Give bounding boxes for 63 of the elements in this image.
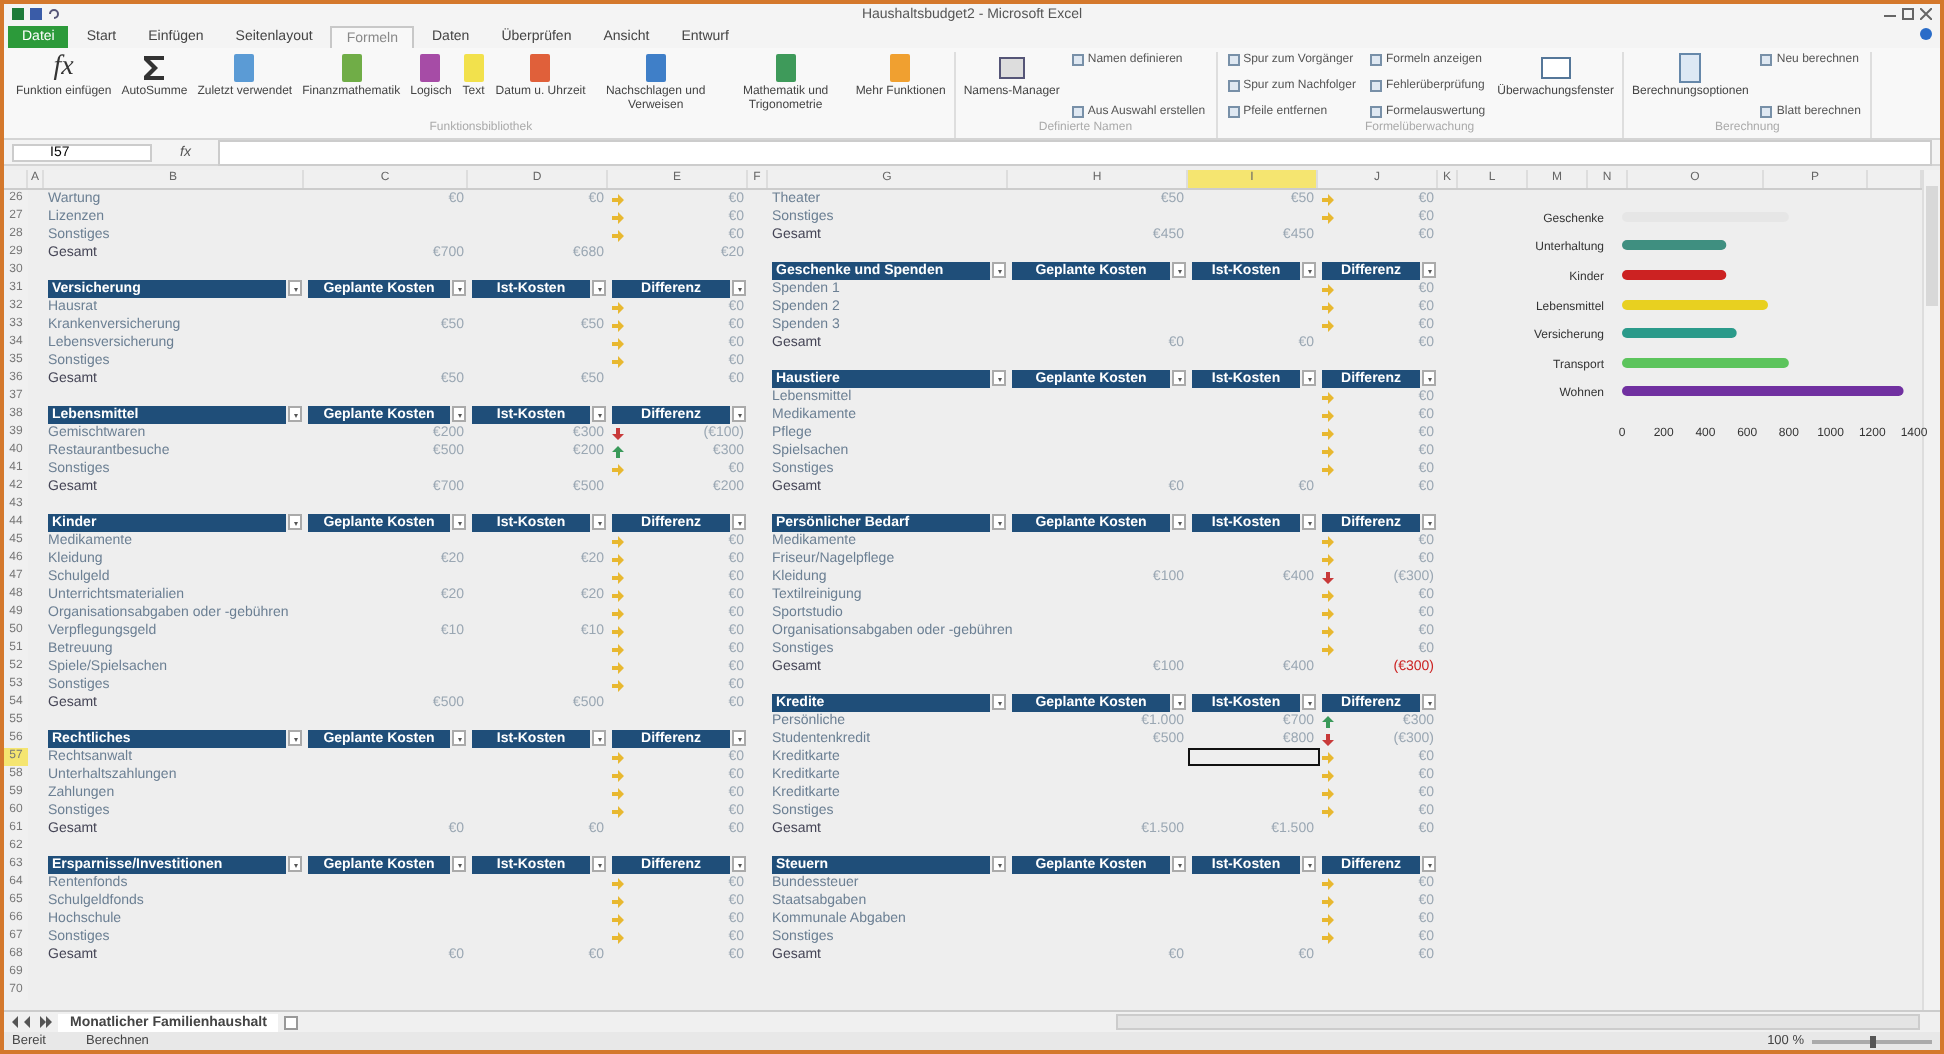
filter-button[interactable] bbox=[992, 370, 1006, 386]
filter-button[interactable] bbox=[1302, 262, 1316, 278]
filter-button[interactable] bbox=[452, 856, 466, 872]
command-icon bbox=[1071, 106, 1084, 118]
sheet-nav-icon[interactable] bbox=[12, 1016, 52, 1028]
filter-button[interactable] bbox=[1302, 694, 1316, 710]
horizontal-scrollbar[interactable] bbox=[1116, 1014, 1920, 1030]
command-icon bbox=[1760, 54, 1773, 66]
selected-cell[interactable] bbox=[1188, 748, 1320, 766]
function-icon: fx bbox=[53, 52, 74, 84]
command-icon bbox=[1227, 80, 1240, 92]
filter-button[interactable] bbox=[732, 730, 746, 746]
command-icon bbox=[1071, 54, 1084, 66]
filter-button[interactable] bbox=[1172, 514, 1186, 530]
command-icon bbox=[1369, 106, 1382, 118]
filter-button[interactable] bbox=[592, 406, 606, 422]
sigma-icon bbox=[140, 52, 169, 84]
filter-button[interactable] bbox=[732, 280, 746, 296]
filter-button[interactable] bbox=[592, 856, 606, 872]
filter-button[interactable] bbox=[288, 730, 302, 746]
filter-button[interactable] bbox=[288, 514, 302, 530]
filter-button[interactable] bbox=[1172, 856, 1186, 872]
filter-button[interactable] bbox=[992, 514, 1006, 530]
calculator-icon bbox=[1676, 52, 1705, 84]
filter-button[interactable] bbox=[1422, 514, 1436, 530]
filter-button[interactable] bbox=[1302, 370, 1316, 386]
command-icon bbox=[1760, 106, 1773, 118]
filter-button[interactable] bbox=[1172, 370, 1186, 386]
maximize-icon[interactable] bbox=[1902, 8, 1914, 20]
filter-button[interactable] bbox=[732, 856, 746, 872]
filter-button[interactable] bbox=[732, 406, 746, 422]
filter-button[interactable] bbox=[1302, 856, 1316, 872]
filter-button[interactable] bbox=[452, 280, 466, 296]
close-icon[interactable] bbox=[1920, 8, 1932, 20]
filter-button[interactable] bbox=[1172, 262, 1186, 278]
filter-button[interactable] bbox=[288, 280, 302, 296]
filter-button[interactable] bbox=[1422, 370, 1436, 386]
help-icon[interactable] bbox=[1920, 28, 1932, 40]
filter-button[interactable] bbox=[592, 514, 606, 530]
command-icon bbox=[1227, 106, 1240, 118]
filter-button[interactable] bbox=[1302, 514, 1316, 530]
filter-button[interactable] bbox=[592, 730, 606, 746]
filter-button[interactable] bbox=[732, 514, 746, 530]
formula-field[interactable] bbox=[218, 139, 1932, 165]
filter-button[interactable] bbox=[1422, 262, 1436, 278]
command-icon bbox=[1369, 54, 1382, 66]
filter-button[interactable] bbox=[992, 262, 1006, 278]
command-icon bbox=[1369, 80, 1382, 92]
filter-button[interactable] bbox=[1422, 694, 1436, 710]
filter-button[interactable] bbox=[288, 856, 302, 872]
zoom-thumb[interactable] bbox=[1869, 1035, 1875, 1047]
filter-button[interactable] bbox=[992, 856, 1006, 872]
filter-button[interactable] bbox=[1422, 856, 1436, 872]
new-sheet-icon[interactable] bbox=[284, 1015, 299, 1029]
command-icon bbox=[1227, 54, 1240, 66]
filter-button[interactable] bbox=[452, 406, 466, 422]
filter-button[interactable] bbox=[592, 280, 606, 296]
filter-button[interactable] bbox=[452, 730, 466, 746]
filter-button[interactable] bbox=[288, 406, 302, 422]
filter-button[interactable] bbox=[1172, 694, 1186, 710]
undo-icon[interactable] bbox=[48, 8, 60, 20]
filter-button[interactable] bbox=[992, 694, 1006, 710]
filter-button[interactable] bbox=[452, 514, 466, 530]
